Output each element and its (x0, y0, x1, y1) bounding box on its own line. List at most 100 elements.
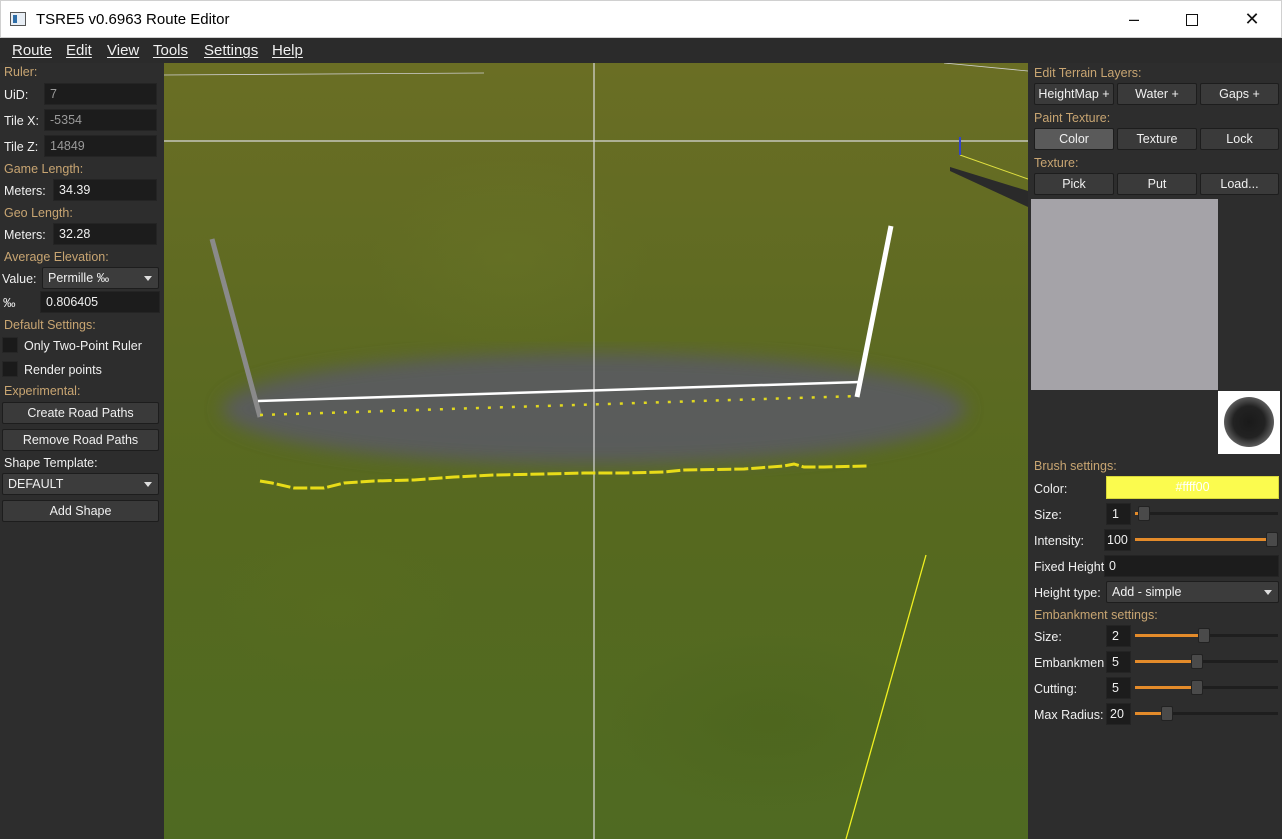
remove-road-paths-button[interactable]: Remove Road Paths (2, 429, 159, 451)
load-button[interactable]: Load... (1200, 173, 1279, 195)
slider-handle[interactable] (1138, 506, 1150, 521)
cutting-slider[interactable] (1135, 680, 1278, 696)
texture-header: Texture: (1034, 156, 1079, 170)
max-radius-field[interactable]: 20 (1106, 703, 1131, 725)
value-label: Value: (2, 272, 37, 286)
game-meters-label: Meters: (4, 184, 46, 198)
render-points-checkbox[interactable] (2, 361, 18, 377)
brush-color-swatch[interactable]: #ffff00 (1106, 476, 1279, 499)
paint-texture-header: Paint Texture: (1034, 111, 1111, 125)
max-radius-slider[interactable] (1135, 706, 1278, 722)
tile-z-field[interactable]: 14849 (44, 135, 157, 157)
cutting-label: Cutting: (1034, 682, 1078, 696)
chevron-down-icon (144, 276, 152, 281)
ruler-pole-right (854, 225, 894, 398)
intensity-field[interactable]: 100 (1104, 529, 1131, 551)
minimize-button[interactable]: – (1105, 1, 1163, 38)
edit-terrain-header: Edit Terrain Layers: (1034, 66, 1142, 80)
intensity-slider[interactable] (1135, 532, 1278, 548)
shape-template-select[interactable]: DEFAULT (2, 473, 159, 495)
shape-template-label: Shape Template: (4, 456, 98, 470)
max-radius-label: Max Radius: (1034, 708, 1104, 722)
slider-handle[interactable] (1198, 628, 1210, 643)
maximize-button[interactable] (1163, 1, 1221, 38)
far-grid-line-right (943, 63, 1028, 72)
embankment-slider[interactable] (1135, 654, 1278, 670)
ruler-header: Ruler: (4, 65, 38, 79)
brush-preview (1218, 391, 1280, 454)
texture-mode-button[interactable]: Texture (1117, 128, 1197, 150)
slider-handle[interactable] (1161, 706, 1173, 721)
tile-z-label: Tile Z: (4, 140, 39, 154)
menu-edit[interactable]: Edit (66, 42, 92, 59)
guide-line (845, 554, 927, 839)
put-button[interactable]: Put (1117, 173, 1197, 195)
embankment-label: Embankmen (1034, 656, 1104, 670)
only-two-point-checkbox[interactable] (2, 337, 18, 353)
slider-handle[interactable] (1266, 532, 1278, 547)
permille-field[interactable]: 0.806405 (40, 291, 160, 313)
fixed-height-label: Fixed Height (1034, 560, 1105, 574)
value-select[interactable]: Permille ‰ (42, 267, 159, 289)
geo-meters-field[interactable]: 32.28 (53, 223, 157, 245)
uid-label: UiD: (4, 88, 29, 102)
app-icon (10, 12, 26, 26)
menu-help[interactable]: Help (272, 42, 303, 59)
fixed-height-field[interactable]: 0 (1104, 555, 1279, 577)
color-mode-button[interactable]: Color (1034, 128, 1114, 150)
slider-handle[interactable] (1191, 654, 1203, 669)
default-settings-header: Default Settings: (4, 318, 96, 332)
emb-size-label: Size: (1034, 630, 1062, 644)
water-button[interactable]: Water + (1117, 83, 1197, 105)
size-slider[interactable] (1135, 506, 1278, 522)
create-road-paths-button[interactable]: Create Road Paths (2, 402, 159, 424)
brush-shape-icon (1224, 397, 1274, 447)
height-type-label: Height type: (1034, 586, 1101, 600)
tile-x-field[interactable]: -5354 (44, 109, 157, 131)
height-type-text: Add - simple (1112, 585, 1182, 599)
embankment-header: Embankment settings: (1034, 608, 1158, 622)
distant-track (950, 167, 1028, 207)
game-length-header: Game Length: (4, 162, 84, 176)
close-button[interactable]: ✕ (1223, 1, 1281, 38)
menu-route[interactable]: Route (12, 42, 52, 59)
average-elevation-header: Average Elevation: (4, 250, 109, 264)
texture-preview (1031, 199, 1218, 390)
only-two-point-label: Only Two-Point Ruler (24, 339, 142, 353)
chevron-down-icon (1264, 590, 1272, 595)
3d-viewport[interactable] (164, 63, 1028, 839)
size-field[interactable]: 1 (1106, 503, 1131, 525)
render-points-label: Render points (24, 363, 102, 377)
chevron-down-icon (144, 482, 152, 487)
menu-view[interactable]: View (107, 42, 139, 59)
menu-settings[interactable]: Settings (204, 42, 258, 59)
cutting-field[interactable]: 5 (1106, 677, 1131, 699)
uid-field[interactable]: 7 (44, 83, 157, 105)
heightmap-button[interactable]: HeightMap + (1034, 83, 1114, 105)
menu-bar: Route Edit View Tools Settings Help (0, 38, 1282, 63)
window-title: TSRE5 v0.6963 Route Editor (36, 11, 230, 28)
permille-label: ‰ (3, 296, 16, 310)
embankment-field[interactable]: 5 (1106, 651, 1131, 673)
brush-settings-header: Brush settings: (1034, 459, 1117, 473)
shape-template-text: DEFAULT (8, 477, 64, 491)
geo-length-header: Geo Length: (4, 206, 73, 220)
elevation-profile (259, 462, 869, 490)
game-meters-field[interactable]: 34.39 (53, 179, 157, 201)
title-bar: TSRE5 v0.6963 Route Editor – ✕ (0, 0, 1282, 38)
slider-handle[interactable] (1191, 680, 1203, 695)
value-select-text: Permille ‰ (48, 271, 110, 285)
tile-x-label: Tile X: (4, 114, 39, 128)
height-type-select[interactable]: Add - simple (1106, 581, 1279, 603)
size-label: Size: (1034, 508, 1062, 522)
emb-size-field[interactable]: 2 (1106, 625, 1131, 647)
color-label: Color: (1034, 482, 1068, 496)
add-shape-button[interactable]: Add Shape (2, 500, 159, 522)
menu-tools[interactable]: Tools (153, 42, 188, 59)
far-grid-line (164, 72, 485, 76)
pick-button[interactable]: Pick (1034, 173, 1114, 195)
emb-size-slider[interactable] (1135, 628, 1278, 644)
lock-button[interactable]: Lock (1200, 128, 1279, 150)
gaps-button[interactable]: Gaps + (1200, 83, 1279, 105)
experimental-header: Experimental: (4, 384, 81, 398)
